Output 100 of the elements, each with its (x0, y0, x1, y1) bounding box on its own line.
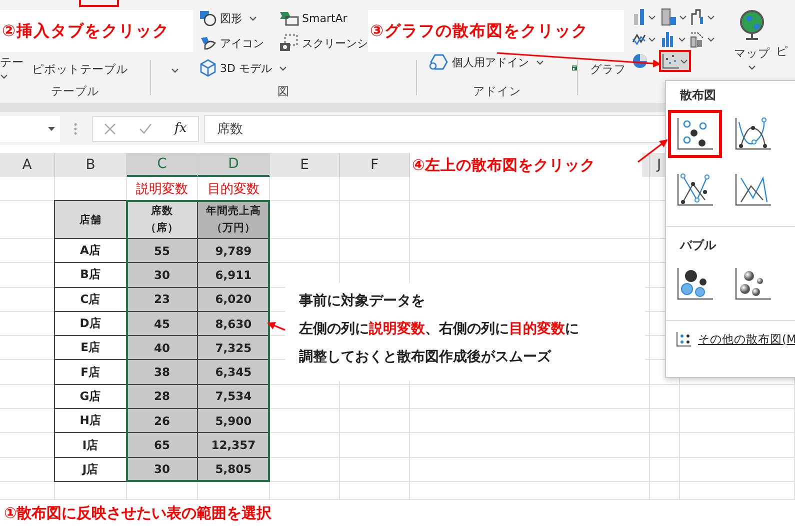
smartart-button[interactable]: SmartAr (279, 8, 348, 28)
table-cell: 40 (126, 335, 198, 360)
empty-cell (340, 201, 410, 239)
section-heading: バブル (680, 237, 718, 254)
section-heading: 散布図 (680, 87, 717, 104)
table-cell: 30 (126, 262, 198, 288)
pointer-arrow (267, 322, 286, 331)
note-text: 事前に対象データを (299, 292, 426, 311)
more-scatter-charts-item[interactable]: その他の散布図(M (666, 331, 795, 347)
addin-icon (429, 53, 449, 71)
shapes-button[interactable]: 図形 (199, 8, 257, 28)
group-label: テーブル (50, 84, 100, 100)
empty-cell (340, 384, 410, 410)
empty-cell (340, 433, 410, 458)
cube-icon (199, 59, 217, 77)
combo-chart-icon[interactable] (690, 30, 716, 48)
empty-cell (340, 409, 410, 434)
empty-cell (340, 482, 410, 500)
statistic-chart-icon[interactable] (661, 30, 687, 48)
personal-addins-button[interactable]: 個人用アドイン (429, 52, 544, 72)
table-cell: 6,020 (197, 286, 270, 312)
check-icon[interactable] (138, 123, 152, 134)
scatter-option[interactable] (668, 110, 722, 158)
table-cell: 7,325 (197, 335, 270, 360)
empty-cell (0, 177, 55, 201)
empty-cell (650, 384, 680, 410)
insert-function-button[interactable]: fx (174, 121, 187, 136)
column-header[interactable]: E (270, 153, 340, 177)
caret-icon (748, 65, 756, 70)
empty-cell (650, 458, 680, 482)
caret-icon (278, 66, 287, 70)
grip-icon (74, 122, 77, 134)
empty-cell (650, 482, 680, 500)
scatter-chart-icon (675, 116, 715, 152)
empty-cell (127, 482, 198, 500)
screenshot-button[interactable]: スクリーンシ (279, 33, 368, 53)
group-label: 図 (276, 84, 290, 100)
empty-cell (340, 458, 410, 482)
smartart-icon (279, 10, 299, 26)
camera-icon (279, 34, 299, 52)
table-cell: 55 (126, 238, 198, 264)
scatter-chart-icon (662, 53, 688, 69)
table-cell: J店 (54, 456, 127, 482)
table-cell: 5,805 (197, 456, 270, 482)
empty-cell (0, 482, 55, 500)
column-header[interactable]: A (0, 153, 55, 177)
bubble-chart-icon (675, 266, 715, 302)
group-label: アドイン (472, 84, 522, 100)
empty-cell (650, 433, 680, 458)
annotation-text: ②挿入タブをクリック (0, 10, 193, 52)
column-chart-icon[interactable] (632, 8, 658, 26)
table-cell: 12,357 (197, 432, 270, 458)
scatter-chart-icon (675, 172, 715, 208)
caret-icon (536, 60, 544, 64)
icons-button[interactable]: アイコン (199, 33, 264, 53)
table-button-label[interactable]: テー (0, 55, 24, 70)
column-header[interactable]: B (55, 153, 127, 177)
bubble-chart-icon (733, 266, 773, 302)
table-cell: 26 (126, 408, 198, 434)
empty-cell (270, 177, 340, 201)
annotation-text: ④左上の散布図をクリック (410, 150, 642, 180)
empty-cell (198, 482, 270, 500)
icons-icon (199, 35, 217, 51)
table-cell: 9,789 (197, 238, 270, 264)
empty-cell (650, 409, 680, 434)
highlight-frame (79, 0, 119, 7)
globe-icon (737, 8, 767, 42)
hierarchy-chart-icon[interactable] (661, 8, 687, 26)
waterfall-chart-icon[interactable] (690, 8, 716, 26)
table-cell: 6,345 (197, 359, 270, 385)
table-cell: 38 (126, 359, 198, 385)
empty-cell (340, 177, 410, 201)
annotation-text: ①散布図に反映させたい表の範囲を選択 (4, 504, 273, 523)
column-header[interactable]: C (127, 153, 198, 177)
caret-icon (249, 16, 257, 20)
caret-icon (171, 68, 179, 73)
table-cell: 23 (126, 286, 198, 312)
note-text: 調整しておくと散布図作成後がスムーズ (299, 348, 552, 367)
column-header[interactable]: D (198, 153, 270, 177)
scatter-chart-icon (733, 116, 773, 152)
table-cell: 5,900 (197, 408, 270, 434)
table-cell: 6,911 (197, 262, 270, 288)
shapes-icon (199, 10, 217, 26)
3d-models-button[interactable]: 3D モデル (199, 58, 287, 78)
scatter-chart-icon (676, 331, 692, 347)
maps-button[interactable]: マップ (734, 46, 770, 61)
table-header-cell: 店舗 (54, 200, 127, 239)
scatter-chart-button[interactable] (659, 50, 691, 72)
empty-cell (270, 482, 340, 500)
dropdown-arrow-icon (48, 126, 55, 130)
pivot-table-button[interactable]: ピボットテーブル (32, 62, 128, 84)
caret-icon (0, 74, 8, 79)
table-cell: 目的変数 (198, 177, 270, 201)
table-header-cell: 年間売上高 （万円） (197, 200, 270, 239)
column-header[interactable]: F (340, 153, 410, 177)
annotation-text: ③グラフの散布図をクリック (368, 10, 624, 52)
recommended-charts-button[interactable]: グラフ (590, 62, 626, 103)
scatter-chart-icon (733, 172, 773, 208)
note-text: 左側の列に説明変数、右側の列に目的変数に (299, 320, 580, 339)
table-cell: 説明変数 (127, 177, 198, 201)
